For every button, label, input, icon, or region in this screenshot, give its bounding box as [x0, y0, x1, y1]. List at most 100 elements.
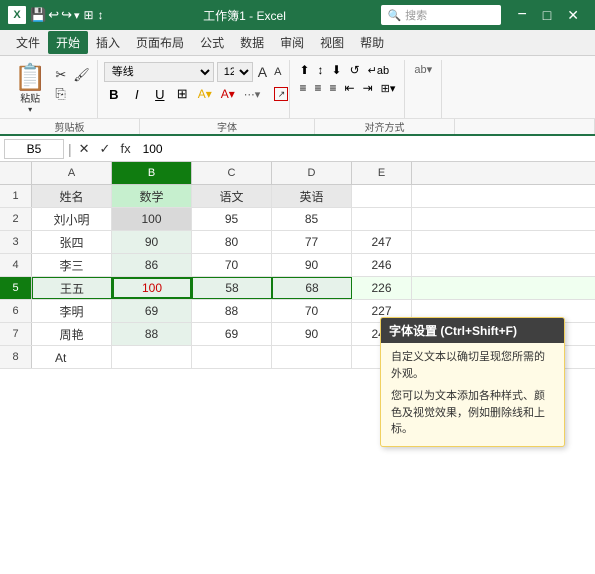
undo-btn[interactable]: ↩ [48, 7, 59, 23]
cell-b4[interactable]: 86 [112, 254, 192, 276]
search-box[interactable]: 🔍 搜索 [381, 5, 501, 25]
copy-button[interactable]: ⎘ [52, 85, 68, 103]
font-size-decrease-btn[interactable]: A [272, 66, 283, 78]
quick-access-more[interactable]: ▾ [74, 9, 80, 22]
cell-d8[interactable] [272, 346, 352, 368]
bold-button[interactable]: B [104, 85, 124, 104]
cell-a3[interactable]: 张四 [32, 231, 112, 253]
cell-c4[interactable]: 70 [192, 254, 272, 276]
align-bottom-btn[interactable]: ⬇ [329, 62, 345, 78]
cell-e1[interactable] [352, 185, 412, 207]
align-middle-btn[interactable]: ↕ [315, 62, 327, 78]
name-box[interactable] [4, 139, 64, 159]
font-color-btn[interactable]: A▾ [218, 86, 238, 102]
font-btn-more[interactable]: ⋯▾ [241, 87, 264, 102]
menu-item-page-layout[interactable]: 页面布局 [128, 31, 192, 54]
insert-function-btn[interactable]: fx [117, 141, 133, 156]
cell-c1[interactable]: 语文 [192, 185, 272, 207]
cell-b1[interactable]: 数学 [112, 185, 192, 207]
font-name-select[interactable]: 等线 [104, 62, 214, 82]
cell-b6[interactable]: 69 [112, 300, 192, 322]
italic-button[interactable]: I [127, 85, 147, 104]
menu-item-file[interactable]: 文件 [8, 31, 48, 54]
align-top-btn[interactable]: ⬆ [296, 62, 312, 78]
close-btn[interactable]: ✕ [559, 7, 587, 24]
cell-d3[interactable]: 77 [272, 231, 352, 253]
cell-d5[interactable]: 68 [272, 277, 352, 299]
window-title: 工作簿1 - Excel [108, 7, 382, 24]
layout-icon1[interactable]: ⊞ [84, 8, 94, 22]
format-painter-button[interactable]: 🖌 [70, 66, 93, 84]
cell-c5[interactable]: 58 [192, 277, 272, 299]
cell-c8[interactable] [192, 346, 272, 368]
cancel-formula-btn[interactable]: ✕ [76, 141, 93, 157]
cell-c3[interactable]: 80 [192, 231, 272, 253]
cell-c7[interactable]: 69 [192, 323, 272, 345]
paste-dropdown-icon[interactable]: ▾ [28, 105, 32, 114]
cell-b8[interactable] [112, 346, 192, 368]
cell-b2[interactable]: 100 [112, 208, 192, 230]
cell-d2[interactable]: 85 [272, 208, 352, 230]
confirm-formula-btn[interactable]: ✓ [97, 141, 114, 157]
tooltip-line2: 您可以为文本添加各种样式、颜色及视觉效果，例如删除线和上标。 [391, 388, 554, 438]
paste-button[interactable]: 📋 粘贴 ▾ [10, 62, 50, 116]
cell-a2[interactable]: 刘小明 [32, 208, 112, 230]
cell-a7[interactable]: 周艳 [32, 323, 112, 345]
row-num-2: 2 [0, 208, 32, 230]
row-num-5: 5 [0, 277, 32, 299]
increase-indent-btn[interactable]: ⇥ [360, 80, 376, 96]
cell-a5[interactable]: 王五 [32, 277, 112, 299]
cell-d6[interactable]: 70 [272, 300, 352, 322]
menu-item-view[interactable]: 视图 [312, 31, 352, 54]
wrap-text-btn[interactable]: ↵ab [365, 63, 392, 78]
cell-a8[interactable] [32, 346, 112, 368]
menu-item-help[interactable]: 帮助 [352, 31, 392, 54]
redo-btn[interactable]: ↪ [61, 7, 72, 23]
align-left-btn[interactable]: ≡ [296, 80, 309, 96]
text-direction-btn[interactable]: ↺ [347, 62, 363, 78]
col-header-b: B [112, 162, 192, 184]
fill-color-btn[interactable]: A▾ [195, 86, 215, 102]
layout-icon2[interactable]: ↕ [98, 8, 104, 22]
align-right-btn[interactable]: ≡ [327, 80, 340, 96]
decrease-indent-btn[interactable]: ⇤ [342, 80, 358, 96]
merge-btn[interactable]: ⊞▾ [378, 81, 399, 96]
cell-a6[interactable]: 李明 [32, 300, 112, 322]
cell-c6[interactable]: 88 [192, 300, 272, 322]
font-size-increase-btn[interactable]: A [256, 64, 269, 80]
underline-button[interactable]: U [150, 85, 170, 104]
cell-a1[interactable]: 姓名 [32, 185, 112, 207]
min-btn[interactable]: − [509, 6, 534, 24]
formula-input[interactable] [138, 139, 591, 159]
cell-e4[interactable]: 246 [352, 254, 412, 276]
cell-a4[interactable]: 李三 [32, 254, 112, 276]
menu-bar: 文件 开始 插入 页面布局 公式 数据 审阅 视图 帮助 [0, 30, 595, 56]
row-num-4: 4 [0, 254, 32, 276]
cell-b3[interactable]: 90 [112, 231, 192, 253]
menu-item-insert[interactable]: 插入 [88, 31, 128, 54]
align-center-btn[interactable]: ≡ [312, 80, 325, 96]
cell-d4[interactable]: 90 [272, 254, 352, 276]
row-num-6: 6 [0, 300, 32, 322]
cell-e3[interactable]: 247 [352, 231, 412, 253]
ribbon-labels-row: 剪贴板 字体 对齐方式 [0, 118, 595, 134]
cell-d7[interactable]: 90 [272, 323, 352, 345]
quick-save-btn[interactable]: 💾 [30, 7, 46, 23]
cell-d1[interactable]: 英语 [272, 185, 352, 207]
max-btn[interactable]: □ [535, 7, 559, 23]
cell-e5[interactable]: 226 [352, 277, 412, 299]
cut-button[interactable]: ✂ [52, 66, 69, 84]
cell-b7[interactable]: 88 [112, 323, 192, 345]
font-dialog-launcher[interactable]: ↗ [274, 87, 288, 101]
number-format-btn[interactable]: ab▾ [411, 62, 435, 77]
menu-item-review[interactable]: 审阅 [272, 31, 312, 54]
cell-c2[interactable]: 95 [192, 208, 272, 230]
menu-item-data[interactable]: 数据 [232, 31, 272, 54]
layout-icons: ⊞ ↕ [84, 8, 104, 22]
font-size-select[interactable]: 12 [217, 62, 253, 82]
cell-b5-active[interactable]: 100 [112, 277, 192, 299]
menu-item-formula[interactable]: 公式 [192, 31, 232, 54]
menu-item-home[interactable]: 开始 [48, 31, 88, 54]
border-btn[interactable]: ⊞ [173, 84, 192, 104]
cell-e2[interactable] [352, 208, 412, 230]
